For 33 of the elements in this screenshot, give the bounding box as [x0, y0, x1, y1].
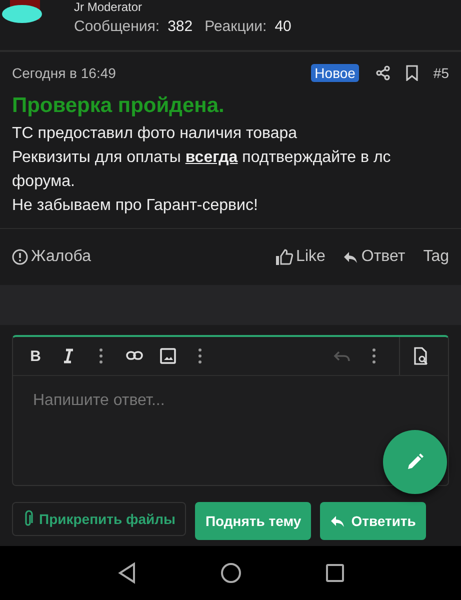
tag-link[interactable]: Tag — [423, 248, 449, 266]
reply-icon — [330, 514, 346, 528]
stat-value: 382 — [168, 18, 193, 35]
stat-label: Реакции: — [204, 18, 267, 35]
stat-label: Сообщения: — [74, 18, 160, 35]
post-text: ТС предоставил фото наличия товара — [12, 124, 298, 144]
pencil-icon — [405, 452, 425, 472]
share-icon[interactable] — [375, 65, 392, 81]
post-number[interactable]: #5 — [433, 65, 449, 81]
alert-icon — [12, 249, 28, 265]
bold-button[interactable]: B — [30, 348, 41, 364]
reply-link[interactable]: Ответ — [343, 248, 406, 266]
like-link[interactable]: Like — [275, 248, 326, 266]
image-icon[interactable] — [158, 347, 176, 365]
report-link[interactable]: Жалоба — [12, 248, 91, 266]
reply-field[interactable]: Напишите ответ... — [13, 376, 448, 426]
post-text: Реквизиты для оплаты всегда подтверждайте в лс форума. — [12, 148, 392, 192]
post-title: Проверка пройдена. — [12, 94, 226, 118]
user-role: Jr Moderator — [74, 0, 144, 14]
reply-editor[interactable]: B Напишите ответ... — [12, 335, 449, 486]
post-time[interactable]: Сегодня в 16:49 — [12, 65, 297, 81]
back-icon[interactable] — [116, 562, 136, 584]
attach-files-button[interactable]: Прикрепить файлы — [12, 502, 186, 536]
paperclip-icon — [23, 510, 33, 528]
thumbs-up-icon — [275, 248, 294, 266]
post-text: Не забываем про Гарант-сервис! — [12, 196, 259, 216]
reply-icon — [343, 250, 358, 264]
home-icon[interactable] — [220, 562, 242, 584]
stat-value: 40 — [274, 18, 292, 35]
bookmark-icon[interactable] — [405, 65, 420, 81]
document-search-icon[interactable] — [412, 347, 430, 365]
recents-icon[interactable] — [324, 563, 344, 583]
new-badge: Новое — [310, 64, 360, 82]
